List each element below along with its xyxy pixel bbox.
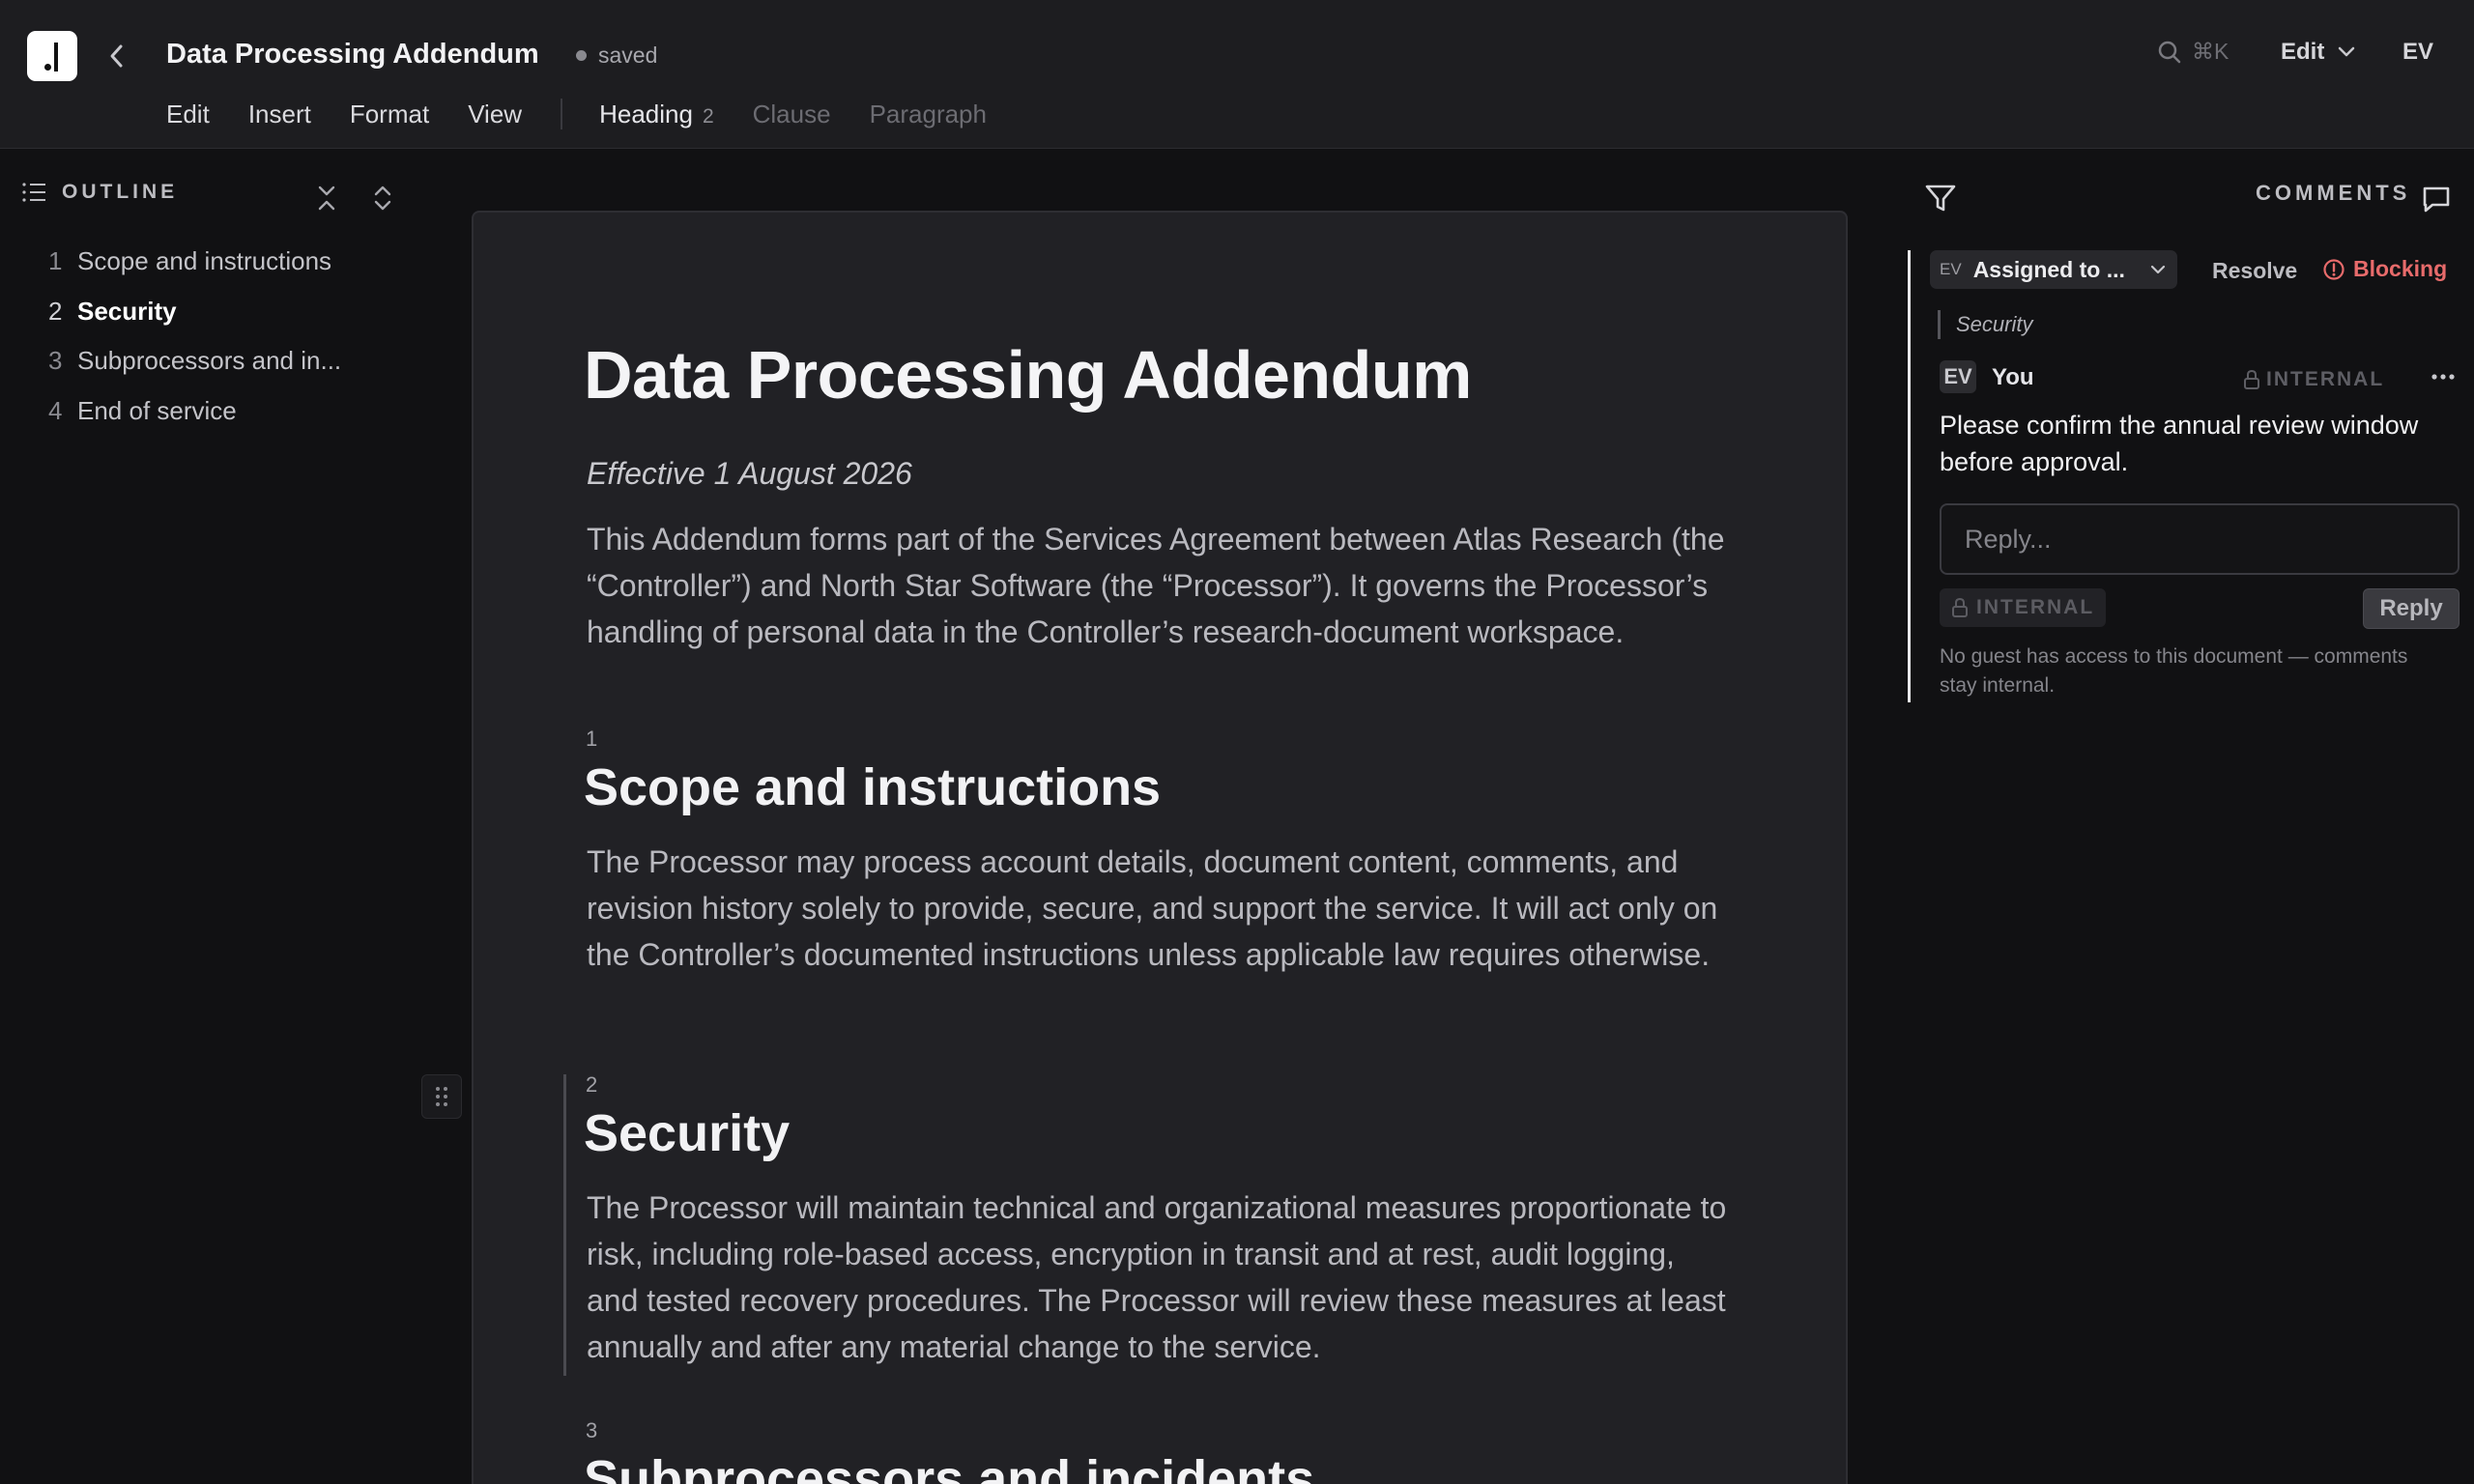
outline-item-number: 2 (48, 296, 63, 326)
reply-visibility-label: INTERNAL (1976, 596, 2095, 618)
chevron-left-icon (110, 44, 123, 68)
document-page: Data Processing Addendum Effective 1 Aug… (472, 211, 1848, 1484)
outline-item-number: 4 (48, 395, 63, 425)
assignee-dropdown[interactable]: EV Assigned to ... (1930, 250, 2177, 289)
mode-dropdown[interactable]: Edit (2281, 39, 2355, 66)
search-shortcut: ⌘K (2192, 39, 2229, 64)
outline-title: OUTLINE (62, 181, 179, 203)
effective-date[interactable]: Effective 1 August 2026 (587, 456, 912, 492)
style-clause[interactable]: Clause (753, 100, 831, 129)
menu-edit[interactable]: Edit (166, 100, 210, 129)
outline-item[interactable]: 4 End of service (48, 396, 341, 446)
logo-dot (44, 64, 51, 71)
outline-item[interactable]: 1 Scope and instructions (48, 246, 341, 297)
logo-bar (54, 43, 58, 71)
section-paragraph[interactable]: The Processor will maintain technical an… (587, 1184, 1727, 1370)
alert-circle-icon (2323, 258, 2345, 280)
comment-outline-icon (2423, 186, 2450, 213)
outline-item-label: End of service (77, 395, 237, 425)
chevron-down-icon (2339, 46, 2355, 57)
search-icon (2158, 41, 2181, 63)
grip-icon (436, 1087, 447, 1106)
reply-input[interactable] (1940, 503, 2460, 575)
outline-item-active[interactable]: 2 Security (48, 297, 341, 347)
save-status-dot (576, 50, 587, 61)
blocking-label: Blocking (2353, 256, 2448, 281)
section-number: 3 (586, 1418, 598, 1442)
section-number: 1 (586, 727, 598, 751)
collapse-all-button[interactable] (313, 183, 340, 214)
resolve-button[interactable]: Resolve (2212, 258, 2297, 284)
access-note: No guest has access to this document — c… (1940, 645, 2408, 697)
comment-text: Please confirm the annual review window … (1940, 411, 2419, 476)
comments-panel: COMMENTS EV Assigned to ... Resolve Bloc… (1865, 150, 2474, 1484)
outline-item-label: Scope and instructions (77, 246, 332, 275)
expand-icon (374, 186, 391, 211)
outline-header: OUTLINE (21, 181, 178, 204)
document-heading[interactable]: Data Processing Addendum (584, 336, 1472, 414)
more-horizontal-icon (2431, 374, 2455, 380)
back-button[interactable] (102, 39, 131, 73)
style-paragraph[interactable]: Paragraph (870, 100, 987, 129)
style-heading-level: 2 (702, 104, 714, 128)
section-heading[interactable]: Scope and instructions (584, 757, 1161, 817)
section-heading[interactable]: Security (584, 1103, 790, 1163)
block-drag-handle[interactable] (421, 1074, 462, 1119)
blocking-toggle[interactable]: Blocking (2322, 256, 2447, 282)
style-heading-label: Heading (599, 99, 693, 128)
outline-panel: OUTLINE 1 Scope and instructions 2 Securit… (0, 150, 425, 1484)
top-bar: Data Processing Addendum saved ⌘K Edit E… (0, 0, 2474, 149)
mode-label: Edit (2281, 39, 2325, 65)
section-number: 2 (586, 1072, 598, 1097)
outline-item-number: 3 (48, 346, 63, 375)
new-comment-button[interactable] (2420, 183, 2453, 215)
menu-format[interactable]: Format (350, 100, 429, 129)
menu-divider (561, 99, 563, 129)
outline-list: 1 Scope and instructions 2 Security 3 Subpr… (48, 246, 341, 445)
expand-all-button[interactable] (369, 183, 396, 214)
author-avatar: EV (1940, 360, 1976, 393)
reply-visibility-toggle[interactable]: INTERNAL (1940, 588, 2107, 627)
style-heading[interactable]: Heading 2 (599, 100, 714, 129)
author-name: You (1992, 364, 2034, 390)
assignee-label: Assigned to ... (1972, 256, 2125, 282)
quoted-anchor[interactable]: Security (1938, 310, 2032, 339)
assignee-initials: EV (1940, 260, 1962, 278)
outline-item-number: 1 (48, 246, 63, 275)
visibility-badge: INTERNAL (2243, 368, 2384, 391)
filter-icon (1925, 185, 1956, 212)
intro-paragraph[interactable]: This Addendum forms part of the Services… (587, 516, 1727, 655)
section-paragraph[interactable]: The Processor may process account detail… (587, 839, 1727, 978)
visibility-label: INTERNAL (2266, 368, 2385, 390)
menu-insert[interactable]: Insert (248, 100, 311, 129)
filter-button[interactable] (1923, 181, 1958, 215)
section-heading[interactable]: Subprocessors and incidents (584, 1449, 1314, 1484)
menu-view[interactable]: View (468, 100, 522, 129)
lock-icon (2244, 369, 2259, 389)
lock-icon (1952, 597, 1968, 617)
menu-bar: Edit Insert Format View Heading 2 Clause … (166, 97, 1025, 131)
comments-title: COMMENTS (2256, 181, 2411, 205)
chevron-down-icon (2150, 265, 2166, 274)
collapse-icon (318, 186, 335, 211)
commented-section-indicator (563, 1074, 566, 1376)
user-avatar[interactable]: EV (2402, 39, 2433, 66)
save-status-label: saved (598, 43, 658, 68)
document-title[interactable]: Data Processing Addendum (166, 39, 539, 71)
outline-item-label: Security (77, 296, 177, 326)
search-button[interactable]: ⌘K (2157, 39, 2229, 65)
outline-item[interactable]: 3 Subprocessors and in... (48, 346, 341, 396)
reply-button[interactable]: Reply (2363, 588, 2460, 629)
outline-item-label: Subprocessors and in... (77, 346, 342, 375)
comment-thread: EV Assigned to ... Resolve Blocking Secu… (1908, 250, 2468, 702)
app-logo[interactable] (27, 31, 77, 81)
save-status: saved (576, 43, 657, 69)
comment-more-button[interactable] (2427, 362, 2460, 391)
list-icon (22, 183, 45, 202)
